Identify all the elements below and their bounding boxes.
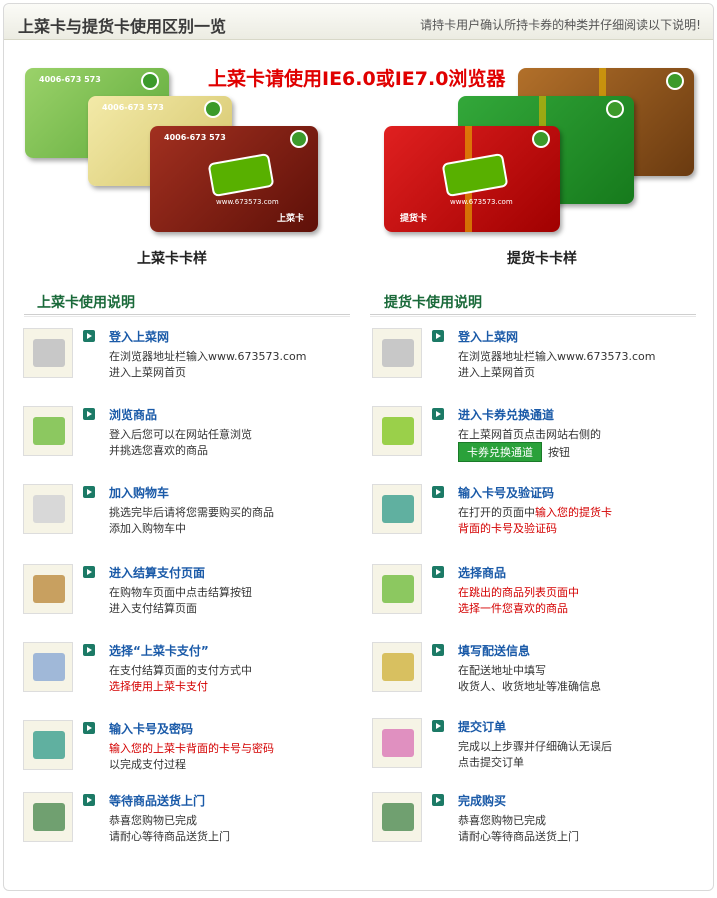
arrow-icon xyxy=(83,722,95,734)
shangcai-step-checkout: 进入结算支付页面 在购物车页面中点击结算按钮 进入支付结算页面 xyxy=(23,564,343,624)
shangcai-step-login: 登入上菜网 在浏览器地址栏输入www.673573.com 进入上菜网首页 xyxy=(23,328,343,388)
arrow-icon xyxy=(83,566,95,578)
shangcai-step-enter-card: 输入卡号及密码 输入您的上菜卡背面的卡号与密码 以完成支付过程 xyxy=(23,720,343,780)
arrow-icon xyxy=(432,794,444,806)
tihuo-step-submit-order: 提交订单 完成以上步骤并仔细确认无误后 点击提交订单 xyxy=(372,718,692,778)
brand-logo-icon xyxy=(606,100,624,118)
header-note: 请持卡用户确认所持卡券的种类并仔细阅读以下说明! xyxy=(420,18,701,32)
brand-logo-icon xyxy=(666,72,684,90)
house-form-icon xyxy=(372,642,422,692)
page-header: 上菜卡与提货卡使用区别一览 请持卡用户确认所持卡券的种类并仔细阅读以下说明! xyxy=(4,4,713,40)
browser-requirement-note: 上菜卡请使用IE6.0或IE7.0浏览器 xyxy=(208,68,506,90)
tihuo-step-delivery-info: 填写配送信息 在配送地址中填写 收货人、收货地址等准确信息 xyxy=(372,642,692,702)
shangcai-step-select-payment: 选择“上菜卡支付” 在支付结算页面的支付方式中 选择使用上菜卡支付 xyxy=(23,642,343,702)
monitor-icon xyxy=(372,406,422,456)
shangcai-step-browse: 浏览商品 登入后您可以在网站任意浏览 并挑选您喜欢的商品 xyxy=(23,406,343,466)
arrow-icon xyxy=(83,330,95,342)
tihuo-card-red: www.673573.com 提货卡 xyxy=(384,126,560,232)
brand-logo-icon xyxy=(204,100,222,118)
brand-logo-icon xyxy=(141,72,159,90)
arrow-icon xyxy=(83,794,95,806)
laptop-icon xyxy=(372,328,422,378)
caption-shangcai: 上菜卡卡样 xyxy=(137,251,207,267)
person-laptop-icon xyxy=(23,406,73,456)
arrow-icon xyxy=(432,644,444,656)
shangcai-logo-icon xyxy=(207,152,275,198)
shangcai-step-delivery: 等待商品送货上门 恭喜您购物已完成 请耐心等待商品送货上门 xyxy=(23,792,343,852)
section-divider xyxy=(24,314,350,317)
tihuo-step-select-product: 选择商品 在跳出的商品列表页面中 选择一件您喜欢的商品 xyxy=(372,564,692,624)
delivery-person-icon xyxy=(23,792,73,842)
order-form-icon xyxy=(372,718,422,768)
shangcai-step-cart: 加入购物车 挑选完毕后请将您需要购买的商品 添加入购物车中 xyxy=(23,484,343,544)
arrow-icon xyxy=(432,566,444,578)
arrow-icon xyxy=(432,408,444,420)
delivery-person-icon xyxy=(372,792,422,842)
laptop-money-icon xyxy=(23,642,73,692)
arrow-icon xyxy=(432,330,444,342)
hand-card-icon xyxy=(23,720,73,770)
arrow-icon xyxy=(432,720,444,732)
brand-logo-icon xyxy=(532,130,550,148)
tihuo-step-login: 登入上菜网 在浏览器地址栏输入www.673573.com 进入上菜网首页 xyxy=(372,328,692,388)
arrow-icon xyxy=(83,486,95,498)
tihuo-step-enter-card: 输入卡号及验证码 在打开的页面中输入您的提货卡 背面的卡号及验证码 xyxy=(372,484,692,544)
hand-card-icon xyxy=(372,484,422,534)
section-divider xyxy=(370,314,696,317)
arrow-icon xyxy=(83,408,95,420)
gavel-icon xyxy=(23,564,73,614)
arrow-icon xyxy=(83,644,95,656)
tihuo-step-exchange-channel: 进入卡券兑换通道 在上菜网首页点击网站右侧的 卡券兑换通道 按钮 xyxy=(372,406,692,466)
shopping-cart-icon xyxy=(23,484,73,534)
arrow-icon xyxy=(432,486,444,498)
section-title-shangcai: 上菜卡使用说明 xyxy=(37,295,135,311)
caption-tihuo: 提货卡卡样 xyxy=(507,251,577,267)
shangcai-card-red: 4006-673 573 www.673573.com 上菜卡 xyxy=(150,126,318,232)
page-title: 上菜卡与提货卡使用区别一览 xyxy=(18,17,227,36)
laptop-icon xyxy=(23,328,73,378)
person-laptop-icon xyxy=(372,564,422,614)
tihuo-step-complete: 完成购买 恭喜您购物已完成 请耐心等待商品送货上门 xyxy=(372,792,692,852)
exchange-channel-button[interactable]: 卡券兑换通道 xyxy=(458,442,542,462)
section-title-tihuo: 提货卡使用说明 xyxy=(384,295,482,311)
brand-logo-icon xyxy=(290,130,308,148)
